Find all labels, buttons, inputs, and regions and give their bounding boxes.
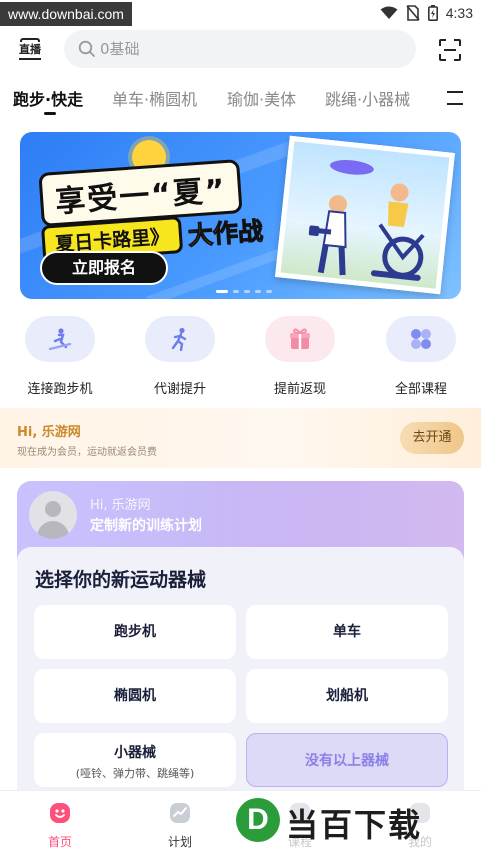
- equipment-heading: 选择你的新运动器械: [35, 569, 207, 591]
- vip-greeting: Hi, 乐游网: [17, 425, 81, 440]
- tab-cycling[interactable]: 单车·椭圆机: [112, 86, 197, 110]
- site-logo: D 当百下载: [236, 796, 476, 844]
- status-bar: www.downbai.com 4:33: [0, 0, 481, 26]
- site-logo-mark: D: [236, 798, 280, 842]
- live-label: 直播: [19, 43, 41, 56]
- training-plan-card: Hi, 乐游网 定制新的训练计划 选择你的新运动器械 跑步机 单车 椭圆机 划船…: [17, 481, 464, 811]
- quick-metabolism[interactable]: 代谢提升: [130, 314, 230, 400]
- tab-jump-rope[interactable]: 跳绳·小器械: [325, 86, 410, 110]
- nav-plan[interactable]: 计划: [150, 797, 210, 853]
- quick-label-cashback: 提前返现: [273, 382, 326, 397]
- status-icons: 4:33: [380, 3, 473, 23]
- banner-photo: [275, 135, 455, 295]
- search-input[interactable]: [100, 30, 400, 68]
- equipment-option-bike[interactable]: 单车: [246, 605, 448, 659]
- tv-icon: [20, 38, 40, 42]
- quick-label-all-courses: 全部课程: [394, 382, 447, 397]
- runner-icon: [171, 327, 187, 351]
- grid-icon: [411, 329, 431, 349]
- plan-greeting: Hi, 乐游网: [90, 498, 151, 513]
- vip-open-button[interactable]: 去开通: [400, 422, 464, 454]
- equipment-option-rowing[interactable]: 划船机: [246, 669, 448, 723]
- clock: 4:33: [445, 5, 473, 21]
- top-bar: 直播: [0, 26, 481, 72]
- plan-icon: [170, 803, 190, 823]
- equipment-option-none[interactable]: 没有以上器械: [246, 733, 448, 787]
- signup-button[interactable]: 立即报名: [40, 251, 168, 285]
- small-gear-label: 小器械: [114, 745, 156, 761]
- watermark: www.downbai.com: [0, 2, 132, 26]
- wifi-icon: [380, 6, 398, 19]
- carousel-dots: [216, 290, 272, 293]
- quick-cashback[interactable]: 提前返现: [250, 314, 350, 400]
- equipment-option-elliptical[interactable]: 椭圆机: [34, 669, 236, 723]
- tab-running[interactable]: 跑步·快走: [13, 86, 83, 110]
- no-sim-icon: [406, 5, 420, 21]
- category-tabs: 跑步·快走 单车·椭圆机 瑜伽·美体 跳绳·小器械: [0, 82, 481, 116]
- site-logo-name: 当百下载: [286, 806, 423, 844]
- avatar[interactable]: [29, 491, 77, 539]
- vip-description: 现在成为会员，运动就返会员费: [17, 447, 157, 458]
- tab-yoga[interactable]: 瑜伽·美体: [227, 86, 296, 110]
- plan-subtitle: 定制新的训练计划: [90, 518, 202, 534]
- quick-label-treadmill: 连接跑步机: [27, 382, 93, 397]
- nav-plan-label: 计划: [167, 835, 192, 849]
- quick-label-metabolism: 代谢提升: [153, 382, 206, 397]
- nav-home[interactable]: 首页: [30, 797, 90, 853]
- nav-home-label: 首页: [47, 835, 72, 849]
- quick-all-courses[interactable]: 全部课程: [371, 314, 471, 400]
- fitness-illustration: [308, 160, 425, 281]
- search-bar[interactable]: [64, 30, 416, 68]
- search-icon: [78, 40, 95, 57]
- vip-promo: Hi, 乐游网 现在成为会员，运动就返会员费 去开通: [0, 408, 481, 468]
- small-gear-note: (哑铃、弹力带、跳绳等): [75, 767, 195, 780]
- live-button[interactable]: 直播: [16, 36, 44, 62]
- battery-icon: [427, 5, 438, 21]
- treadmill-icon: [48, 328, 72, 351]
- scan-icon[interactable]: [438, 38, 462, 62]
- equipment-option-small-gear[interactable]: 小器械 (哑铃、弹力带、跳绳等): [34, 733, 236, 787]
- gift-icon: [290, 328, 310, 349]
- menu-icon[interactable]: [445, 89, 465, 107]
- promo-banner[interactable]: 享受一“夏” 夏日卡路里》 大作战 立即报名: [20, 132, 461, 299]
- banner-subtitle-big: 大作战: [187, 215, 265, 250]
- quick-connect-treadmill[interactable]: 连接跑步机: [10, 314, 110, 400]
- tab-indicator: [44, 112, 56, 115]
- home-icon: [50, 803, 70, 823]
- equipment-sheet: 选择你的新运动器械 跑步机 单车 椭圆机 划船机 小器械 (哑铃、弹力带、跳绳等…: [17, 547, 464, 811]
- equipment-option-treadmill[interactable]: 跑步机: [34, 605, 236, 659]
